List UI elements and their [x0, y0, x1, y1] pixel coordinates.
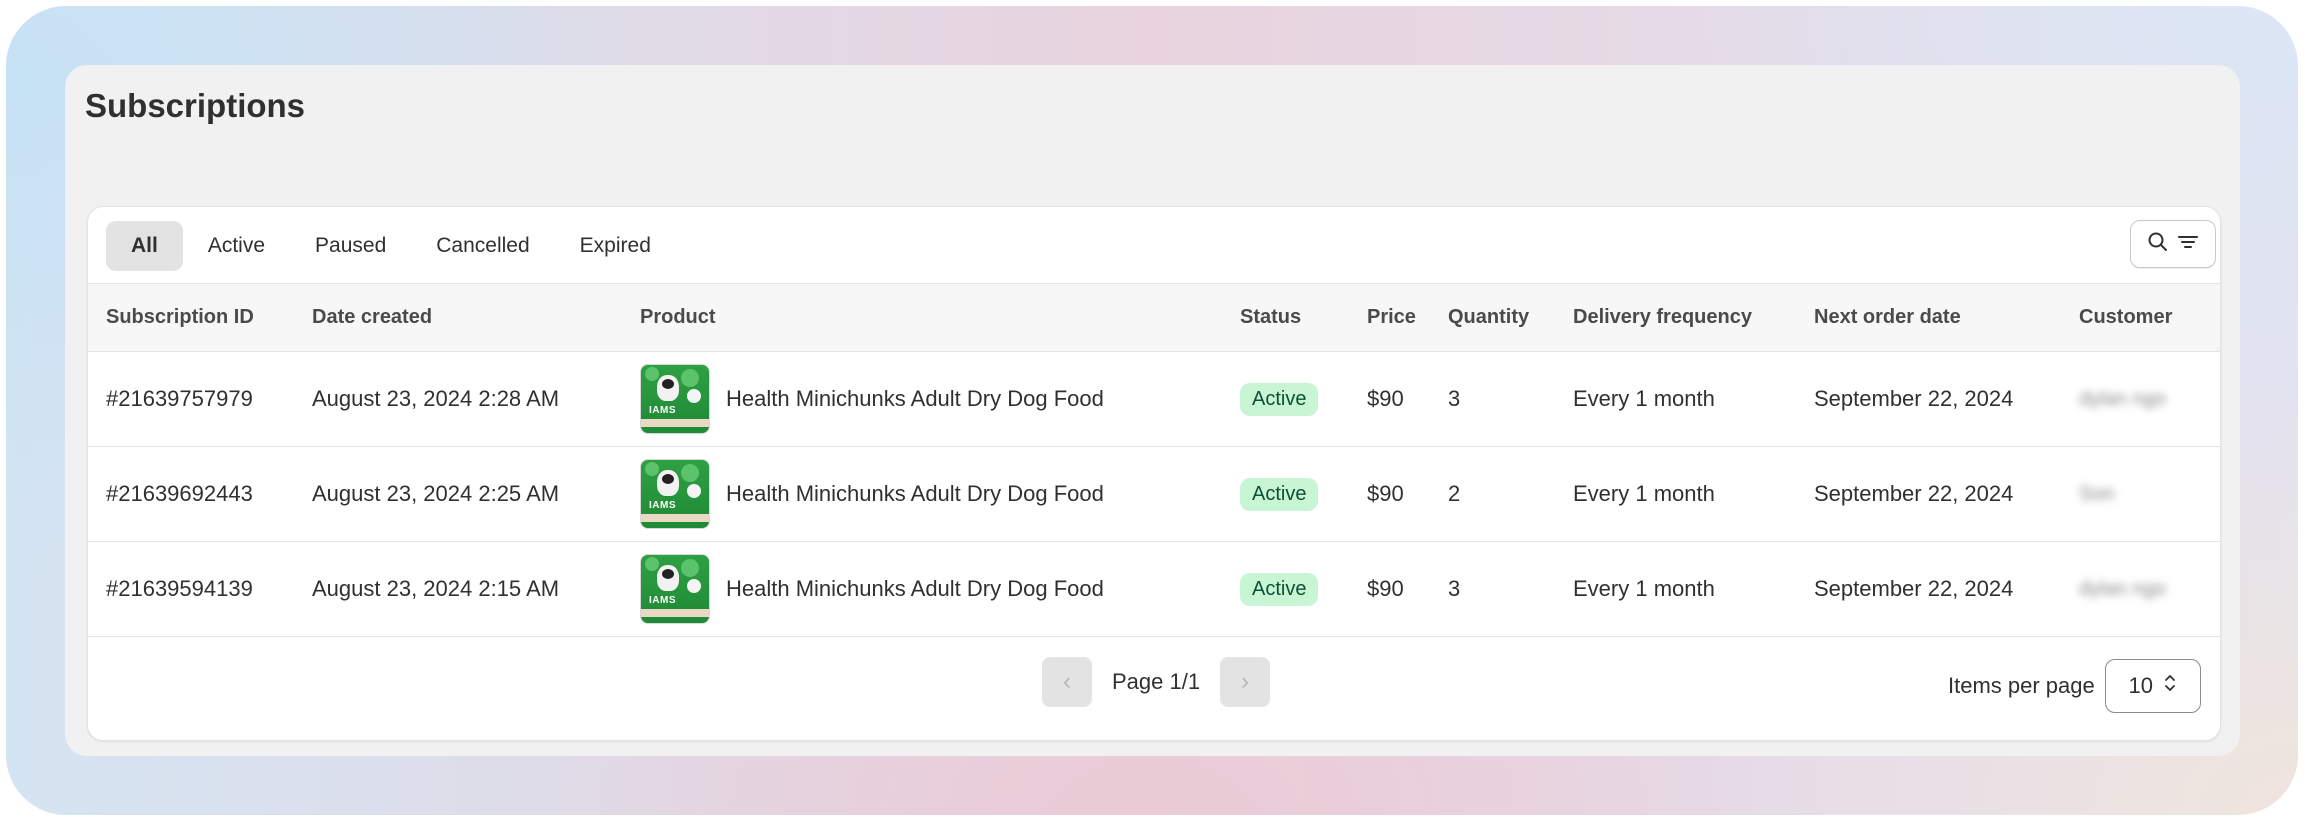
- table-header-row: Subscription ID Date created Product Sta…: [88, 284, 2220, 352]
- product-cell: IAMS Health Minichunks Adult Dry Dog Foo…: [640, 542, 1104, 636]
- table-row[interactable]: #21639757979 August 23, 2024 2:28 AM IAM…: [88, 352, 2220, 447]
- subscription-id[interactable]: #21639692443: [106, 447, 253, 541]
- dog-icon: [657, 565, 679, 591]
- date-created: August 23, 2024 2:28 AM: [312, 386, 560, 411]
- items-per-page-value: 10: [2128, 673, 2153, 698]
- pagination: ‹ Page 1/1 ›: [1042, 657, 1271, 707]
- chevron-right-icon: ›: [1241, 668, 1250, 695]
- column-header-status[interactable]: Status: [1240, 284, 1301, 351]
- customer-name: dylan ngo: [2079, 352, 2166, 446]
- next-order-date: September 22, 2024: [1814, 386, 2014, 411]
- items-per-page-select[interactable]: 10: [2104, 659, 2201, 713]
- product-brand: IAMS: [649, 595, 676, 606]
- chevron-up-down-icon: [2163, 672, 2177, 700]
- status-cell: Active: [1240, 352, 1319, 446]
- customer-name: dylan ngo: [2079, 542, 2166, 636]
- product-thumbnail: IAMS: [640, 364, 710, 434]
- next-page-button[interactable]: ›: [1220, 657, 1271, 707]
- subscriptions-panel: Subscriptions All Active Paused Cancelle…: [65, 65, 2240, 756]
- product-thumbnail: IAMS: [640, 554, 710, 624]
- search-icon: [2147, 231, 2169, 258]
- date-created: August 23, 2024 2:25 AM: [312, 481, 560, 506]
- column-header-quantity[interactable]: Quantity: [1448, 284, 1529, 351]
- page-title: Subscriptions: [85, 87, 306, 124]
- tab-all[interactable]: All: [106, 221, 183, 271]
- product-name: Health Minichunks Adult Dry Dog Food: [726, 481, 1104, 506]
- product-cell: IAMS Health Minichunks Adult Dry Dog Foo…: [640, 352, 1104, 446]
- tab-cancelled[interactable]: Cancelled: [411, 221, 554, 271]
- customer-name: Son: [2079, 447, 2115, 541]
- product-brand: IAMS: [649, 500, 676, 511]
- product-name: Health Minichunks Adult Dry Dog Food: [726, 386, 1104, 411]
- tab-expired[interactable]: Expired: [555, 221, 676, 271]
- status-tabs: All Active Paused Cancelled Expired: [106, 221, 676, 271]
- search-filter-button[interactable]: [2130, 220, 2216, 268]
- customer-name-blurred: dylan ngo: [2079, 577, 2166, 600]
- tab-paused[interactable]: Paused: [290, 221, 411, 271]
- column-header-date-created[interactable]: Date created: [312, 284, 432, 351]
- price: $90: [1367, 386, 1404, 411]
- subscriptions-card: All Active Paused Cancelled Expired Subs…: [87, 206, 2221, 741]
- quantity: 3: [1448, 576, 1461, 601]
- subscription-id[interactable]: #21639757979: [106, 352, 253, 446]
- status-badge: Active: [1240, 382, 1319, 416]
- product-thumbnail: IAMS: [640, 459, 710, 529]
- price: $90: [1367, 481, 1404, 506]
- page-indicator: Page 1/1: [1112, 669, 1201, 694]
- status-badge: Active: [1240, 572, 1319, 606]
- column-header-subscription-id[interactable]: Subscription ID: [106, 284, 254, 351]
- table-row[interactable]: #21639692443 August 23, 2024 2:25 AM IAM…: [88, 447, 2220, 542]
- column-header-delivery-frequency[interactable]: Delivery frequency: [1573, 284, 1752, 351]
- tabs-bar: All Active Paused Cancelled Expired: [88, 207, 2220, 284]
- subscription-id[interactable]: #21639594139: [106, 542, 253, 636]
- product-brand: IAMS: [649, 405, 676, 416]
- column-header-customer[interactable]: Customer: [2079, 284, 2172, 351]
- customer-name-blurred: Son: [2079, 482, 2115, 505]
- next-order-date: September 22, 2024: [1814, 576, 2014, 601]
- status-badge: Active: [1240, 477, 1319, 511]
- items-per-page: Items per page 10: [1948, 659, 2201, 713]
- subscriptions-table: Subscription ID Date created Product Sta…: [88, 284, 2220, 637]
- delivery-frequency: Every 1 month: [1573, 576, 1715, 601]
- column-header-price[interactable]: Price: [1367, 284, 1416, 351]
- next-order-date: September 22, 2024: [1814, 481, 2014, 506]
- items-per-page-label: Items per page: [1948, 673, 2095, 698]
- price: $90: [1367, 576, 1404, 601]
- quantity: 3: [1448, 386, 1461, 411]
- customer-name-blurred: dylan ngo: [2079, 387, 2166, 410]
- table-footer: ‹ Page 1/1 › Items per page 10: [88, 639, 2220, 739]
- filter-icon: [2177, 231, 2199, 258]
- column-header-next-order-date[interactable]: Next order date: [1814, 284, 1961, 351]
- table-row[interactable]: #21639594139 August 23, 2024 2:15 AM IAM…: [88, 542, 2220, 637]
- date-created: August 23, 2024 2:15 AM: [312, 576, 560, 601]
- status-cell: Active: [1240, 542, 1319, 636]
- dog-icon: [657, 375, 679, 401]
- dog-icon: [657, 470, 679, 496]
- quantity: 2: [1448, 481, 1461, 506]
- status-cell: Active: [1240, 447, 1319, 541]
- chevron-left-icon: ‹: [1063, 668, 1071, 695]
- product-name: Health Minichunks Adult Dry Dog Food: [726, 576, 1104, 601]
- tab-active[interactable]: Active: [183, 221, 290, 271]
- previous-page-button[interactable]: ‹: [1042, 657, 1092, 707]
- delivery-frequency: Every 1 month: [1573, 386, 1715, 411]
- delivery-frequency: Every 1 month: [1573, 481, 1715, 506]
- product-cell: IAMS Health Minichunks Adult Dry Dog Foo…: [640, 447, 1104, 541]
- column-header-product[interactable]: Product: [640, 284, 716, 351]
